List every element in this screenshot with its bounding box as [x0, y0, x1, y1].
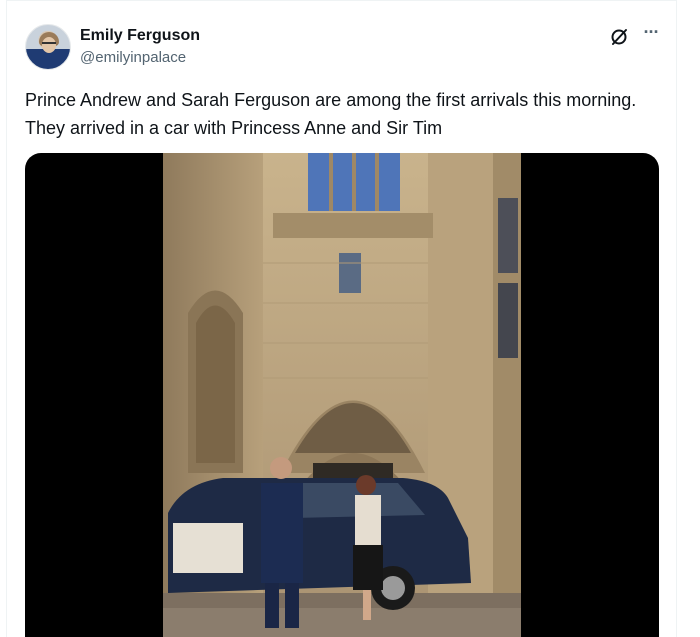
card-top-border [6, 0, 677, 1]
tweet-text: Prince Andrew and Sarah Ferguson are amo… [25, 90, 637, 138]
video-frame[interactable] [163, 153, 521, 637]
more-options-icon[interactable]: ··· [639, 23, 663, 48]
author-handle[interactable]: @emilyinpalace [80, 48, 200, 68]
card-left-border [6, 0, 7, 637]
avatar-face [42, 37, 56, 53]
card-right-border [676, 0, 677, 637]
tweet-header: Emily Ferguson @emilyinpalace ··· [25, 23, 665, 72]
avatar[interactable] [25, 24, 71, 70]
author-block: Emily Ferguson @emilyinpalace [80, 26, 200, 68]
avatar-glasses [42, 42, 56, 45]
grok-icon[interactable] [609, 27, 629, 47]
video-player[interactable] [25, 153, 659, 637]
video-still-image [163, 153, 521, 637]
author-display-name[interactable]: Emily Ferguson [80, 26, 200, 46]
